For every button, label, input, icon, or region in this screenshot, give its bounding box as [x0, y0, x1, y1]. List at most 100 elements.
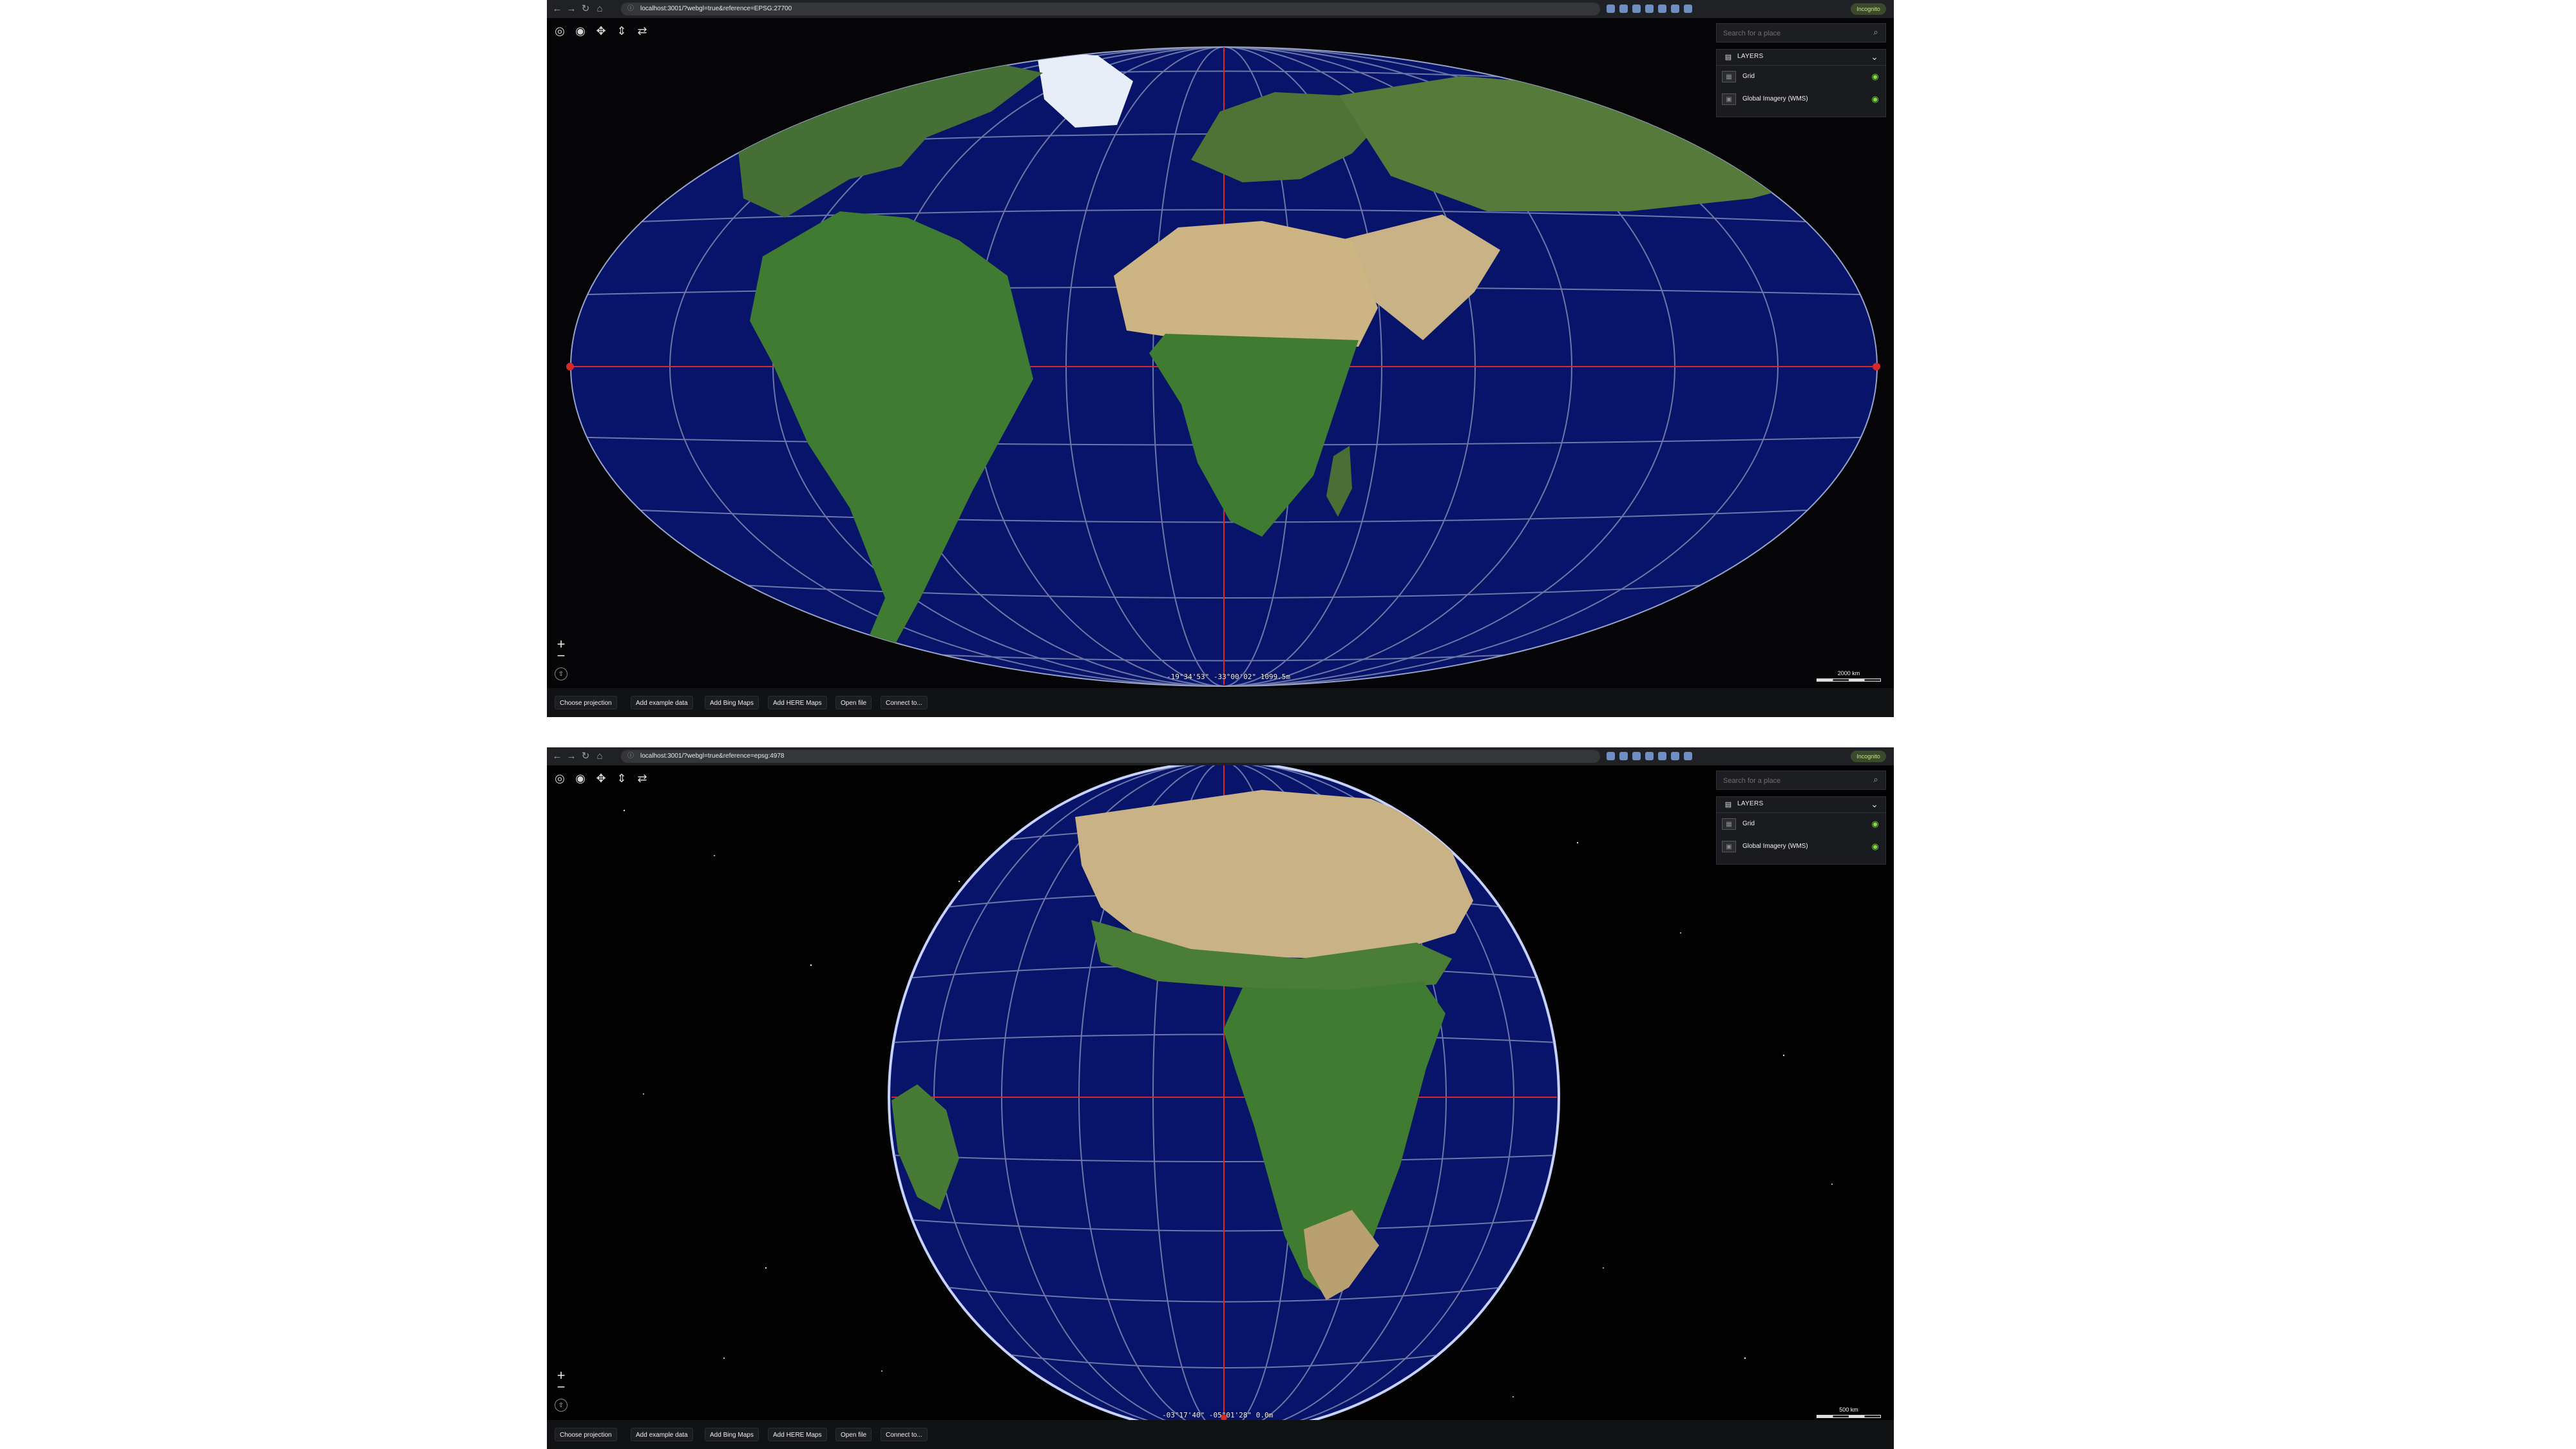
compass-icon[interactable]: ◉ — [573, 771, 588, 786]
eye-icon[interactable]: ◉ — [1870, 819, 1880, 829]
layer-row-grid[interactable]: ▦ Grid ◉ — [1717, 66, 1885, 88]
extension-icon[interactable] — [1645, 5, 1654, 13]
map-toolbar: ◎ ◉ ✥ ⇕ ⇄ — [552, 771, 650, 786]
profile-pill[interactable]: Incognito — [1851, 751, 1886, 762]
extension-icon[interactable] — [1619, 5, 1628, 13]
layers-header[interactable]: ▤ LAYERS ⌄ — [1717, 797, 1885, 813]
extension-icon[interactable] — [1684, 752, 1692, 760]
layer-name: Grid — [1742, 820, 1755, 827]
north-arrow-icon[interactable]: ⇧ — [555, 1399, 568, 1412]
extension-icon[interactable] — [1607, 5, 1615, 13]
connect-to-button[interactable]: Connect to... — [881, 1428, 928, 1441]
eye-icon[interactable]: ◉ — [1870, 841, 1880, 852]
layer-row-global-imagery[interactable]: ▣ Global Imagery (WMS) ◉ — [1717, 836, 1885, 858]
eye-icon[interactable]: ◉ — [1870, 72, 1880, 82]
swap-icon[interactable]: ⇄ — [634, 23, 650, 39]
search-input[interactable] — [1722, 24, 1866, 43]
scale-bar: 500 km — [1817, 1406, 1881, 1421]
forward-icon[interactable]: → — [565, 3, 578, 15]
forward-icon[interactable]: → — [565, 750, 578, 763]
coordinates-readout: -03°17'40" -05°01'28" 0.0m — [1162, 1411, 1274, 1419]
layer-name: Global Imagery (WMS) — [1742, 95, 1808, 102]
fullscreen-icon[interactable]: ✥ — [593, 771, 609, 786]
extension-icon[interactable] — [1619, 752, 1628, 760]
bottom-action-bar: Choose projection Add example data Add B… — [547, 688, 1894, 717]
open-file-button[interactable]: Open file — [835, 696, 872, 709]
map-viewport[interactable]: ◎ ◉ ✥ ⇕ ⇄ ⌕ ▤ LAYERS ⌄ ▦ Grid ◉ ▣ Global… — [547, 765, 1894, 1423]
extension-icon[interactable] — [1632, 5, 1641, 13]
extension-icon[interactable] — [1632, 752, 1641, 760]
zoom-out-button[interactable]: − — [553, 649, 569, 664]
layers-panel: ▤ LAYERS ⌄ ▦ Grid ◉ ▣ Global Imagery (WM… — [1716, 796, 1886, 865]
map-viewport[interactable]: ◎ ◉ ✥ ⇕ ⇄ ⌕ ▤ LAYERS ⌄ ▦ Grid ◉ ▣ Global… — [547, 18, 1894, 688]
pan-icon[interactable]: ⇕ — [614, 771, 629, 786]
reload-icon[interactable]: ↻ — [579, 750, 592, 763]
scale-label: 2000 km — [1837, 670, 1860, 677]
west-map-marker[interactable] — [566, 363, 574, 370]
browser-chrome: ← → ↻ ⌂ ⓘ localhost:3001/?webgl=true&ref… — [547, 0, 1894, 19]
globe-map[interactable] — [547, 765, 1894, 1423]
layer-name: Global Imagery (WMS) — [1742, 843, 1808, 850]
home-icon[interactable]: ⌂ — [593, 750, 606, 763]
site-info-icon[interactable]: ⓘ — [627, 3, 634, 15]
search-input[interactable] — [1722, 771, 1866, 791]
search-box[interactable]: ⌕ — [1716, 771, 1886, 791]
layers-title: LAYERS — [1737, 53, 1764, 60]
zoom-out-button[interactable]: − — [553, 1380, 569, 1395]
chevron-down-icon[interactable]: ⌄ — [1869, 51, 1880, 62]
address-bar[interactable]: ⓘ localhost:3001/?webgl=true&reference=E… — [621, 3, 1600, 15]
eye-icon[interactable]: ◉ — [1870, 94, 1880, 104]
extension-icon[interactable] — [1671, 5, 1679, 13]
east-map-marker[interactable] — [1873, 363, 1880, 370]
extension-icon[interactable] — [1645, 752, 1654, 760]
zoom-controls: + − ⇧ — [553, 637, 569, 682]
add-bing-maps-button[interactable]: Add Bing Maps — [705, 696, 759, 709]
url-text: localhost:3001/?webgl=true&reference=EPS… — [640, 5, 792, 12]
scale-graphic — [1817, 678, 1881, 682]
globe-icon[interactable]: ◎ — [552, 771, 568, 786]
extension-icon[interactable] — [1658, 752, 1666, 760]
compass-icon[interactable]: ◉ — [573, 23, 588, 39]
scale-graphic — [1817, 1415, 1881, 1418]
connect-to-button[interactable]: Connect to... — [881, 696, 928, 709]
add-here-maps-button[interactable]: Add HERE Maps — [768, 1428, 827, 1441]
search-icon[interactable]: ⌕ — [1870, 26, 1882, 38]
profile-pill[interactable]: Incognito — [1851, 3, 1886, 15]
add-here-maps-button[interactable]: Add HERE Maps — [768, 696, 827, 709]
globe-icon[interactable]: ◎ — [552, 23, 568, 39]
layer-name: Grid — [1742, 73, 1755, 80]
layer-row-global-imagery[interactable]: ▣ Global Imagery (WMS) ◉ — [1717, 89, 1885, 110]
layers-title: LAYERS — [1737, 800, 1764, 807]
bottom-action-bar: Choose projection Add example data Add B… — [547, 1420, 1894, 1449]
scale-bar: 2000 km — [1817, 670, 1881, 684]
extension-icon[interactable] — [1607, 752, 1615, 760]
pan-icon[interactable]: ⇕ — [614, 23, 629, 39]
add-example-data-button[interactable]: Add example data — [631, 1428, 693, 1441]
home-icon[interactable]: ⌂ — [593, 3, 606, 15]
layer-row-grid[interactable]: ▦ Grid ◉ — [1717, 814, 1885, 835]
fullscreen-icon[interactable]: ✥ — [593, 23, 609, 39]
extension-icon[interactable] — [1684, 5, 1692, 13]
back-icon[interactable]: ← — [551, 750, 564, 763]
grid-layer-icon: ▦ — [1722, 818, 1736, 830]
layers-header[interactable]: ▤ LAYERS ⌄ — [1717, 50, 1885, 66]
reload-icon[interactable]: ↻ — [579, 3, 592, 15]
add-example-data-button[interactable]: Add example data — [631, 696, 693, 709]
layers-icon: ▤ — [1724, 801, 1732, 809]
search-box[interactable]: ⌕ — [1716, 23, 1886, 43]
back-icon[interactable]: ← — [551, 3, 564, 15]
chevron-down-icon[interactable]: ⌄ — [1869, 798, 1880, 810]
choose-projection-button[interactable]: Choose projection — [555, 1428, 617, 1441]
bottom-map-window: ← → ↻ ⌂ ⓘ localhost:3001/?webgl=true&ref… — [547, 747, 1894, 1449]
north-arrow-icon[interactable]: ⇧ — [555, 667, 568, 680]
extension-icon[interactable] — [1658, 5, 1666, 13]
extension-icon[interactable] — [1671, 752, 1679, 760]
swap-icon[interactable]: ⇄ — [634, 771, 650, 786]
add-bing-maps-button[interactable]: Add Bing Maps — [705, 1428, 759, 1441]
address-bar[interactable]: ⓘ localhost:3001/?webgl=true&reference=e… — [621, 750, 1600, 763]
site-info-icon[interactable]: ⓘ — [627, 750, 634, 763]
open-file-button[interactable]: Open file — [835, 1428, 872, 1441]
mollweide-map[interactable] — [547, 18, 1894, 688]
choose-projection-button[interactable]: Choose projection — [555, 696, 617, 709]
search-icon[interactable]: ⌕ — [1870, 774, 1882, 785]
